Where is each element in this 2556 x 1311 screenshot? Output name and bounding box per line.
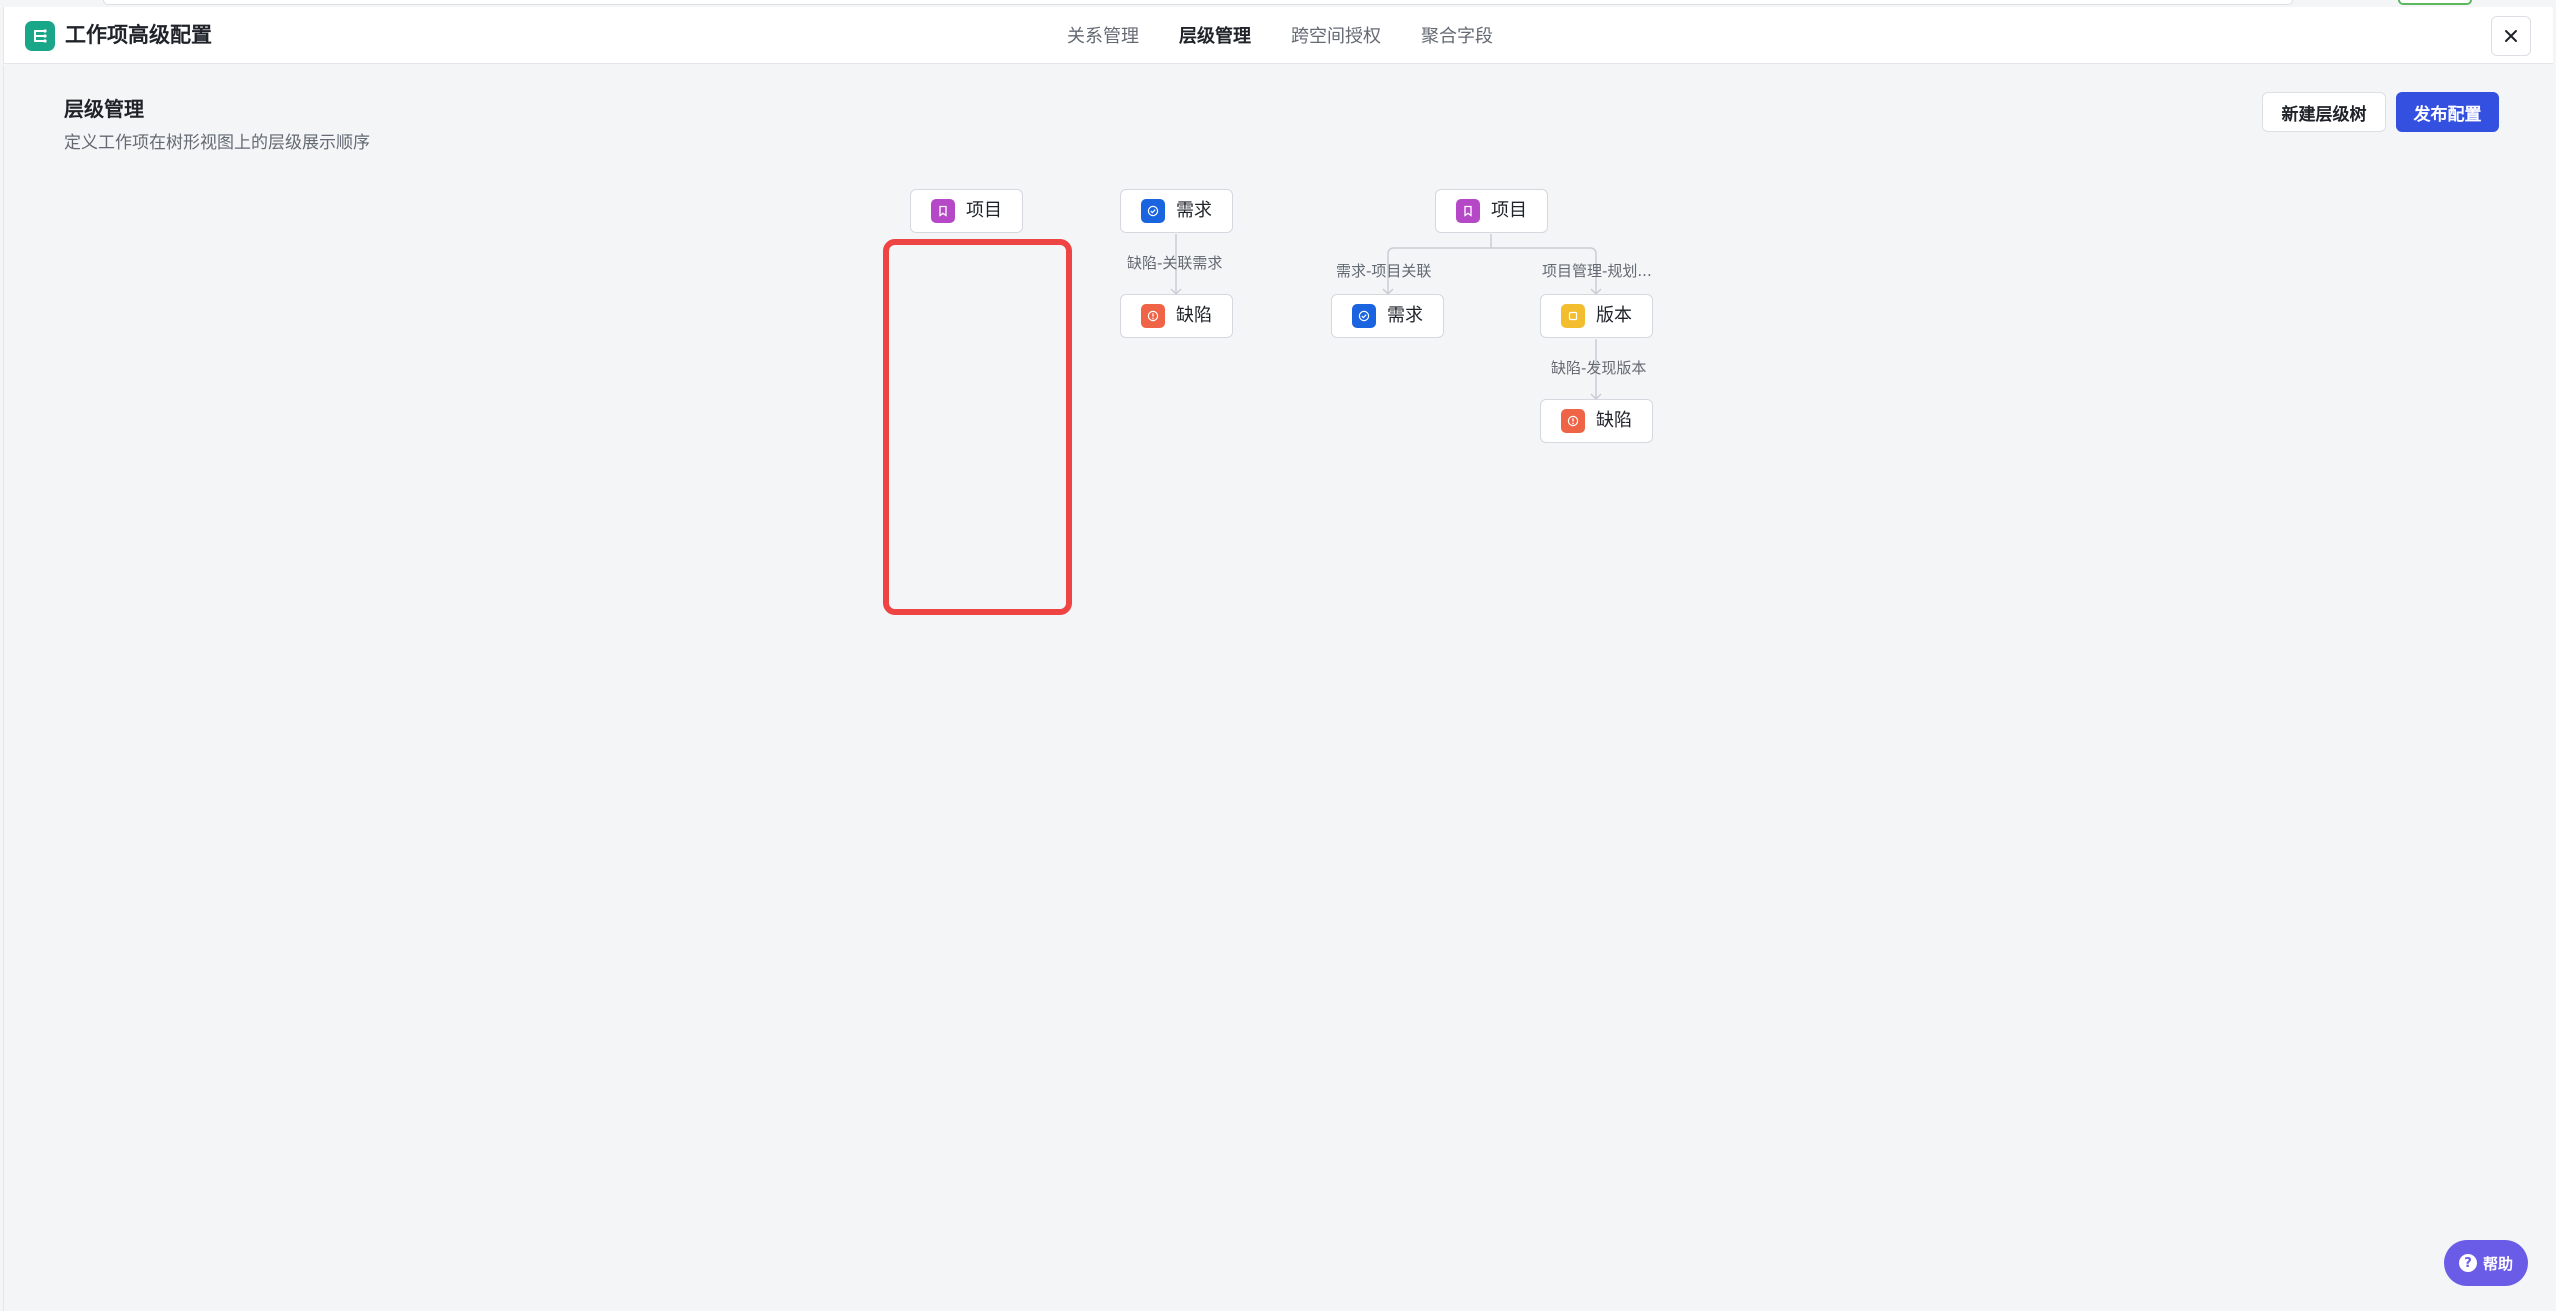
tree3-node-requirement[interactable]: 需求 <box>1331 294 1444 338</box>
close-icon <box>2505 30 2517 42</box>
check-circle-icon <box>1141 199 1165 223</box>
tree3-node-defect[interactable]: 缺陷 <box>1540 399 1653 443</box>
alert-circle-icon <box>1561 409 1585 433</box>
tab-hierarchy[interactable]: 层级管理 <box>1179 23 1251 51</box>
background-window-strip <box>0 0 2556 7</box>
node-label: 需求 <box>1387 305 1423 326</box>
page-description: 定义工作项在树形视图上的层级展示顺序 <box>64 133 370 153</box>
tree2-node-defect[interactable]: 缺陷 <box>1120 294 1233 338</box>
tab-aggregate-fields[interactable]: 聚合字段 <box>1421 23 1493 51</box>
publish-button[interactable]: 发布配置 <box>2396 92 2499 132</box>
tree3-node-version[interactable]: 版本 <box>1540 294 1653 338</box>
help-label: 帮助 <box>2482 1254 2513 1273</box>
close-button[interactable] <box>2491 16 2531 56</box>
tab-cross-space-auth[interactable]: 跨空间授权 <box>1291 23 1381 51</box>
tree3-node-project[interactable]: 项目 <box>1435 189 1548 233</box>
tree2-node-requirement[interactable]: 需求 <box>1120 189 1233 233</box>
background-pill <box>2398 0 2472 5</box>
node-label: 缺陷 <box>1176 305 1212 326</box>
new-tree-button[interactable]: 新建层级树 <box>2262 92 2386 132</box>
node-label: 项目 <box>966 200 1002 221</box>
app-title: 工作项高级配置 <box>65 23 212 47</box>
help-button[interactable]: ? 帮助 <box>2444 1240 2528 1286</box>
help-icon: ? <box>2458 1254 2477 1272</box>
tab-bar: 关系管理 层级管理 跨空间授权 聚合字段 <box>1067 23 1533 51</box>
edge-label: 项目管理-规划... <box>1542 262 1652 280</box>
edge-label: 需求-项目关联 <box>1336 262 1432 280</box>
dialog-header: 工作项高级配置 关系管理 层级管理 跨空间授权 聚合字段 <box>3 7 2553 64</box>
edge-label: 缺陷-关联需求 <box>1127 254 1223 272</box>
tree-connectors <box>1170 234 1602 401</box>
node-label: 版本 <box>1596 305 1632 326</box>
app-logo-icon <box>25 21 55 51</box>
bookmark-icon <box>931 199 955 223</box>
alert-circle-icon <box>1141 304 1165 328</box>
main-content: 层级管理 定义工作项在树形视图上的层级展示顺序 新建层级树 发布配置 项目 需求… <box>3 65 2553 1311</box>
check-circle-icon <box>1352 304 1376 328</box>
background-toolbar <box>103 0 2293 5</box>
edge-label: 缺陷-发现版本 <box>1551 359 1647 377</box>
tree1-node-project[interactable]: 项目 <box>910 189 1023 233</box>
node-label: 需求 <box>1176 200 1212 221</box>
node-label: 缺陷 <box>1596 410 1632 431</box>
bookmark-icon <box>1456 199 1480 223</box>
square-icon <box>1561 304 1585 328</box>
tab-relations[interactable]: 关系管理 <box>1067 23 1139 51</box>
node-label: 项目 <box>1491 200 1527 221</box>
highlight-box <box>883 239 1072 615</box>
page-title: 层级管理 <box>64 97 144 121</box>
